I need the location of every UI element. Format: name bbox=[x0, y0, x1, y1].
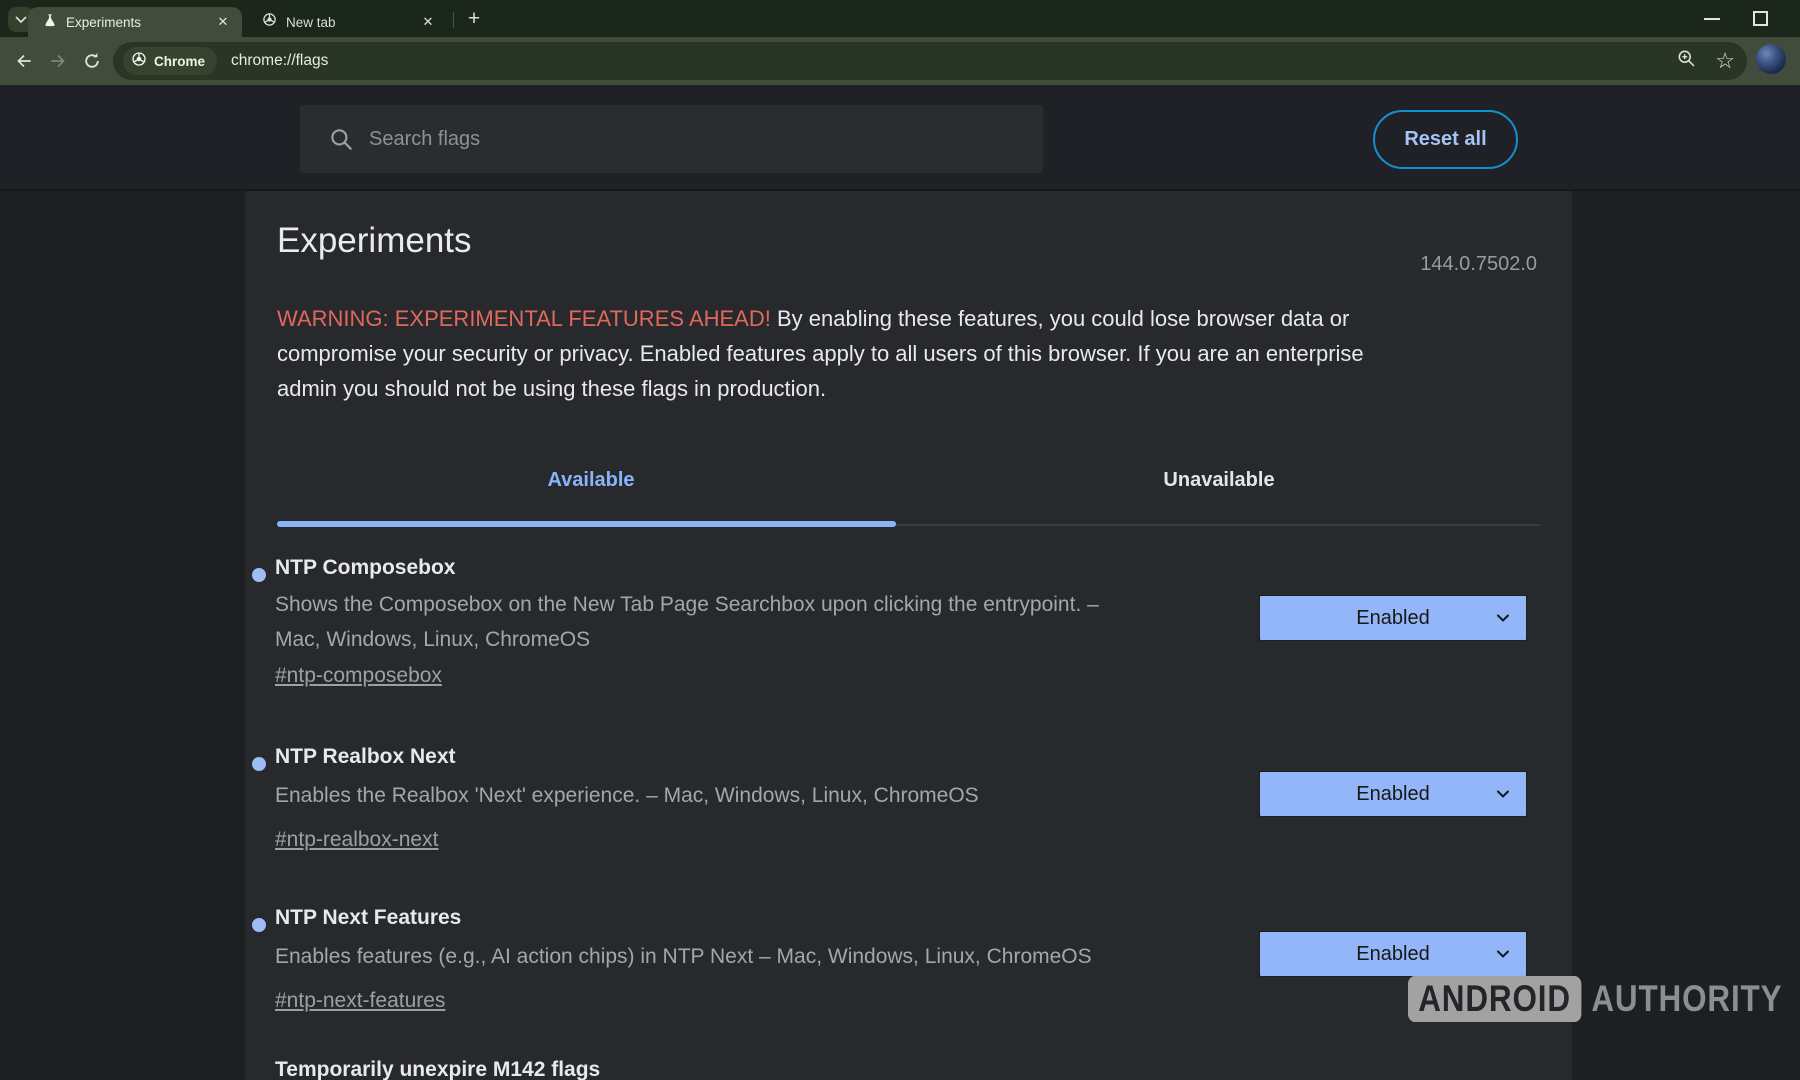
tab-close-icon[interactable]: ✕ bbox=[419, 13, 437, 31]
experimental-warning: WARNING: EXPERIMENTAL FEATURES AHEAD! By… bbox=[277, 301, 1572, 406]
page-title: Experiments bbox=[277, 221, 472, 261]
tab-new-tab[interactable]: New tab ✕ bbox=[247, 7, 447, 37]
tab-available[interactable]: Available bbox=[277, 469, 905, 492]
tab-strip: Experiments ✕ New tab ✕ + bbox=[0, 0, 1800, 37]
flag-state-value: Enabled bbox=[1356, 607, 1429, 630]
chrome-page-chip[interactable]: Chrome bbox=[123, 47, 217, 75]
android-authority-watermark: ANDROID AUTHORITY bbox=[1408, 976, 1782, 1022]
flag-name: NTP Realbox Next bbox=[275, 745, 456, 769]
window-minimize-button[interactable] bbox=[1704, 18, 1720, 20]
window-maximize-button[interactable] bbox=[1753, 11, 1768, 26]
page-body: Experiments 144.0.7502.0 WARNING: EXPERI… bbox=[0, 191, 1800, 1080]
flag-enabled-dot bbox=[252, 918, 266, 932]
selected-tab-indicator bbox=[277, 521, 896, 527]
flag-state-value: Enabled bbox=[1356, 943, 1429, 966]
url-text[interactable]: chrome://flags bbox=[231, 52, 328, 70]
flag-name: Temporarily unexpire M142 flags bbox=[275, 1058, 600, 1080]
flag-state-select[interactable]: Enabled bbox=[1259, 771, 1527, 817]
search-flags-box[interactable] bbox=[300, 105, 1043, 173]
tab-title: Experiments bbox=[66, 15, 214, 30]
flag-state-select[interactable]: Enabled bbox=[1259, 931, 1527, 977]
tab-divider bbox=[453, 12, 454, 28]
flag-name: NTP Composebox bbox=[275, 556, 455, 580]
flag-description: Enables the Realbox 'Next' experience. –… bbox=[275, 778, 979, 813]
reload-icon[interactable] bbox=[82, 51, 102, 71]
back-icon[interactable] bbox=[14, 51, 34, 71]
bookmark-star-icon[interactable]: ☆ bbox=[1715, 50, 1735, 72]
reset-all-button[interactable]: Reset all bbox=[1373, 110, 1518, 169]
chevron-down-icon bbox=[1496, 949, 1510, 959]
tab-close-icon[interactable]: ✕ bbox=[214, 13, 232, 31]
browser-toolbar: Chrome chrome://flags ☆ bbox=[0, 37, 1800, 85]
chevron-down-icon bbox=[15, 11, 27, 29]
browser-window: Experiments ✕ New tab ✕ + bbox=[0, 0, 1800, 1080]
tab-unavailable[interactable]: Unavailable bbox=[905, 469, 1533, 492]
flag-state-select[interactable]: Enabled bbox=[1259, 595, 1527, 641]
warning-highlight: WARNING: EXPERIMENTAL FEATURES AHEAD! bbox=[277, 306, 771, 331]
tab-experiments[interactable]: Experiments ✕ bbox=[28, 7, 242, 37]
chevron-down-icon bbox=[1496, 789, 1510, 799]
flag-name: NTP Next Features bbox=[275, 906, 461, 930]
flag-enabled-dot bbox=[252, 757, 266, 771]
watermark-name: AUTHORITY bbox=[1591, 978, 1782, 1020]
watermark-badge: ANDROID bbox=[1408, 976, 1581, 1022]
flag-state-value: Enabled bbox=[1356, 783, 1429, 806]
flag-permalink[interactable]: #ntp-next-features bbox=[275, 989, 445, 1013]
chrome-favicon-icon bbox=[262, 12, 277, 32]
forward-icon[interactable] bbox=[48, 51, 68, 71]
flag-permalink[interactable]: #ntp-composebox bbox=[275, 664, 442, 688]
flag-enabled-dot bbox=[252, 568, 266, 582]
zoom-icon[interactable] bbox=[1676, 48, 1697, 74]
flag-permalink[interactable]: #ntp-realbox-next bbox=[275, 828, 438, 852]
chrome-version: 144.0.7502.0 bbox=[1420, 253, 1537, 276]
search-input[interactable] bbox=[369, 128, 1043, 151]
flask-favicon-icon bbox=[43, 13, 57, 32]
chevron-down-icon bbox=[1496, 613, 1510, 623]
search-icon bbox=[328, 126, 354, 152]
chip-label: Chrome bbox=[154, 54, 205, 69]
flags-content-column: Experiments 144.0.7502.0 WARNING: EXPERI… bbox=[245, 191, 1572, 1080]
flags-page-header: Reset all bbox=[0, 85, 1800, 191]
profile-avatar[interactable] bbox=[1756, 44, 1786, 74]
flag-description: Enables features (e.g., AI action chips)… bbox=[275, 939, 1092, 974]
tab-title: New tab bbox=[286, 15, 419, 30]
chrome-logo-icon bbox=[131, 51, 147, 72]
omnibox[interactable]: Chrome chrome://flags ☆ bbox=[113, 42, 1747, 80]
new-tab-button[interactable]: + bbox=[461, 7, 487, 33]
flag-description: Shows the Composebox on the New Tab Page… bbox=[275, 587, 1099, 657]
